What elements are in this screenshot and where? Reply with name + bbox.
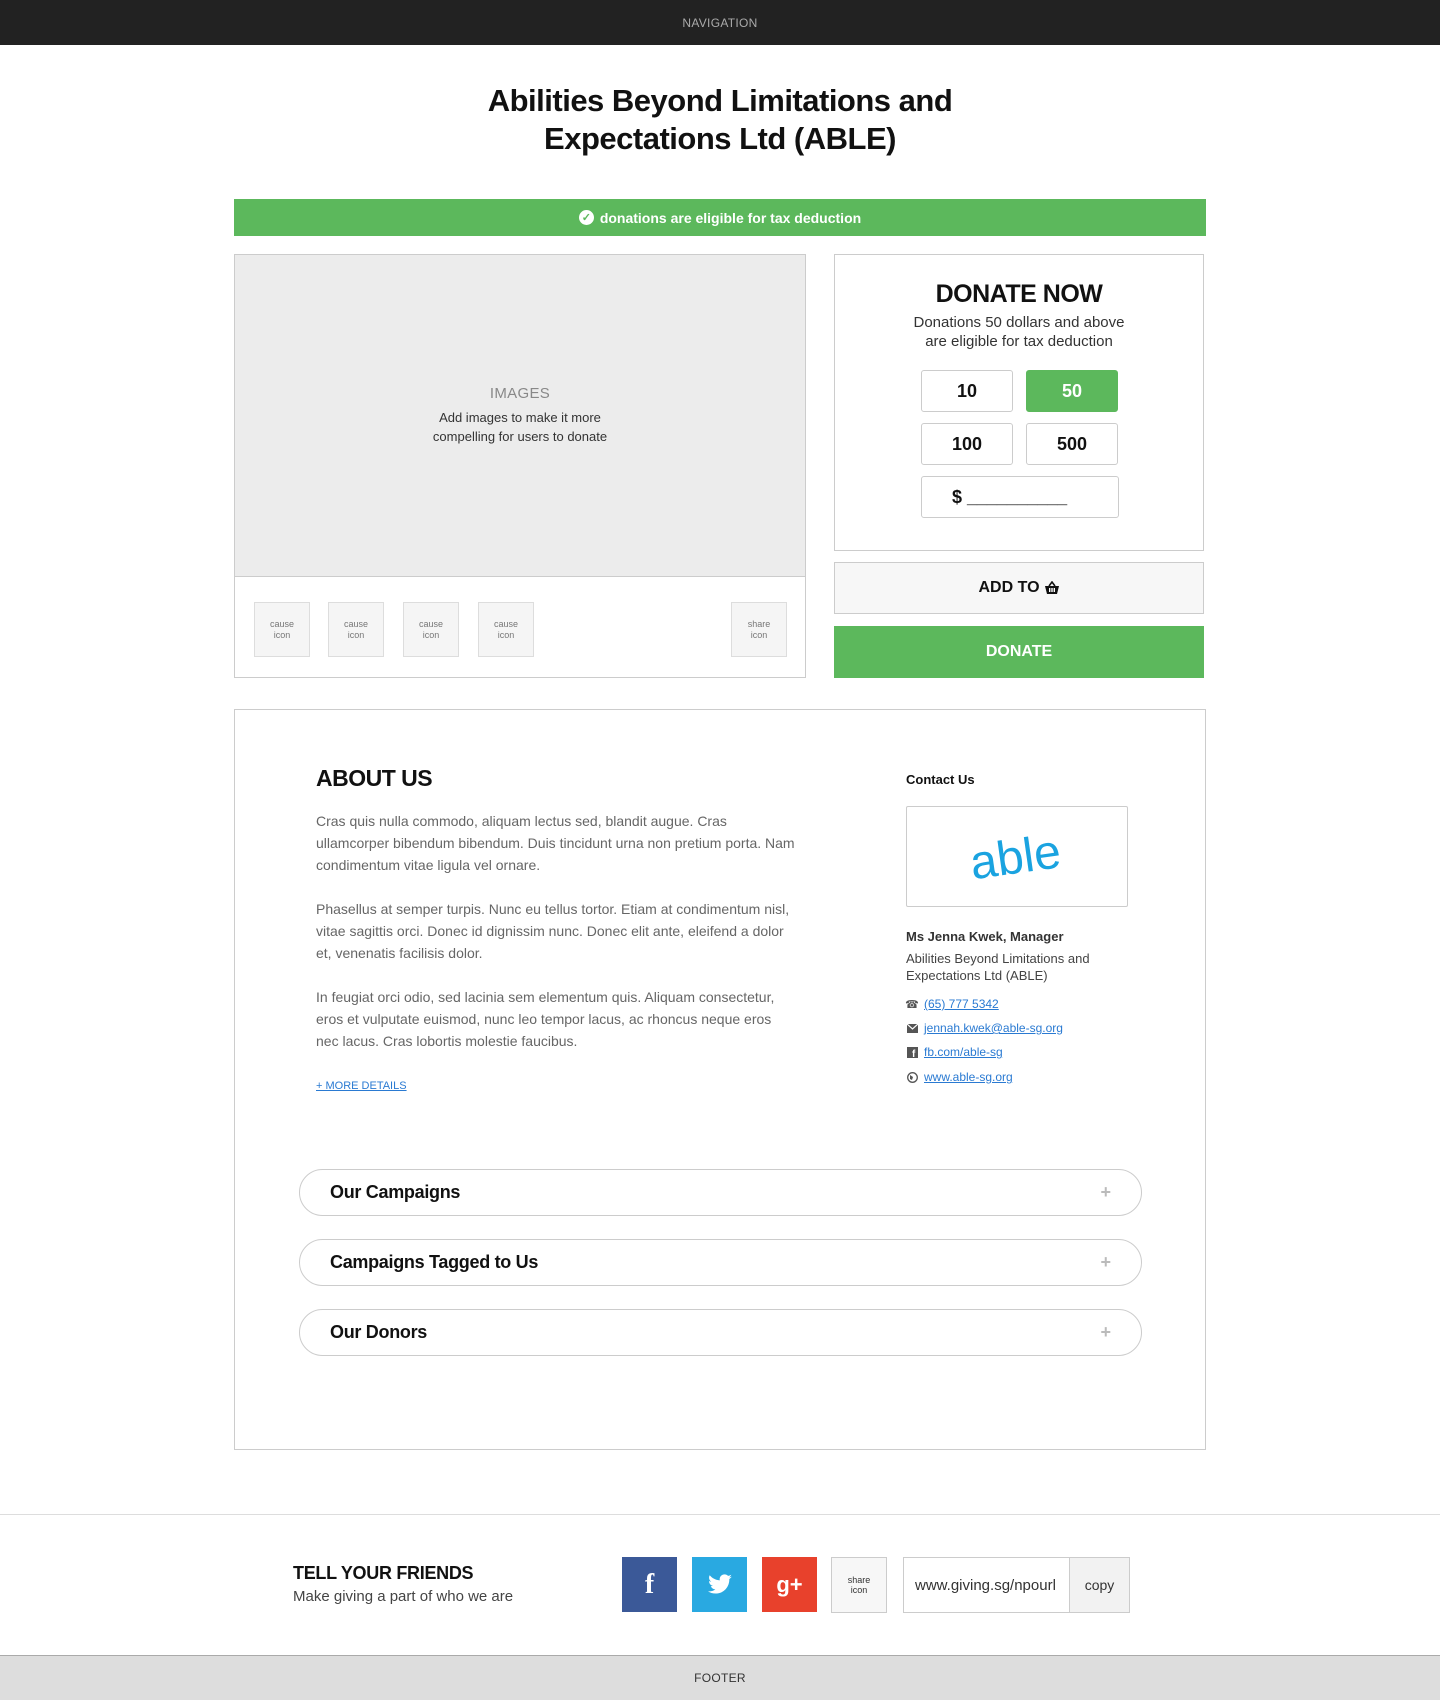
images-subtitle-line1: Add images to make it more [439,410,601,425]
copy-url-button[interactable]: copy [1069,1557,1130,1613]
able-logo-icon: able [967,827,1064,887]
about-section: ABOUT US Cras quis nulla commodo, aliqua… [234,709,1206,1450]
contact-org-line1: Abilities Beyond Limitations and [906,951,1090,966]
logo-text: able [967,827,1064,887]
contact-name: Ms Jenna Kwek, Manager [906,929,1064,944]
envelope-icon [906,1022,918,1034]
plus-icon[interactable]: + [1100,1322,1111,1343]
about-us-text: Cras quis nulla commodo, aliquam lectus … [316,810,796,1074]
donate-subtitle-line2: are eligible for tax deduction [925,333,1113,350]
page-title-line1: Abilities Beyond Limitations and [487,83,953,118]
about-paragraph: Phasellus at semper turpis. Nunc eu tell… [316,901,790,961]
share-icon-label: icon [850,1585,868,1595]
accordion-our-donors[interactable]: Our Donors + [299,1309,1142,1356]
donate-subtitle-line1: Donations 50 dollars and above [913,314,1125,331]
cause-icon-label: icon [347,629,365,640]
add-to-label: ADD TO [978,579,1040,596]
share-icon[interactable]: share icon [831,1557,887,1613]
footer-label: FOOTER [694,1671,746,1685]
google-plus-share-button[interactable]: g+ [762,1557,817,1612]
accordion-campaigns-tagged[interactable]: Campaigns Tagged to Us + [299,1239,1142,1286]
tell-your-friends-subtitle: Make giving a part of who we are [293,1588,514,1605]
page-title-line2: Expectations Ltd (ABLE) [544,121,896,156]
amount-option-500[interactable]: 500 [1026,423,1118,465]
images-subtitle: Add images to make it more compelling fo… [433,408,607,446]
check-circle-icon: ✓ [578,210,594,225]
globe-icon [906,1071,918,1083]
navigation-bar[interactable]: NAVIGATION [0,0,1440,45]
accordion-label: Our Campaigns [330,1182,461,1202]
cause-icon-label: icon [422,629,440,640]
website-link[interactable]: www.able-sg.org [924,1070,1013,1084]
custom-amount-input[interactable]: $ __________ [921,476,1119,518]
contact-phone: ☎ (65) 777 5342 [905,997,999,1011]
donate-button[interactable]: DONATE [834,626,1204,678]
contact-org-line2: Expectations Ltd (ABLE) [906,968,1048,983]
facebook-square-icon: f [906,1046,918,1058]
contact-us-title: Contact Us [906,772,975,787]
image-placeholder[interactable]: IMAGES Add images to make it more compel… [235,255,805,577]
section-divider [0,1514,1440,1515]
phone-link[interactable]: (65) 777 5342 [924,997,999,1011]
donate-now-panel: DONATE NOW Donations 50 dollars and abov… [834,254,1204,551]
contact-facebook: f fb.com/able-sg [906,1045,1003,1059]
tax-deduction-banner: ✓ donations are eligible for tax deducti… [234,199,1206,236]
more-details-link[interactable]: + MORE DETAILS [316,1080,407,1092]
amount-option-10[interactable]: 10 [921,370,1013,412]
contact-organization: Abilities Beyond Limitations and Expecta… [906,950,1126,984]
cause-icon-label: icon [497,629,515,640]
plus-icon[interactable]: + [1100,1252,1111,1273]
contact-email: jennah.kwek@able-sg.org [906,1021,1063,1035]
images-title: IMAGES [489,385,551,402]
contact-website: www.able-sg.org [906,1070,1013,1084]
add-to-basket-button[interactable]: ADD TO [834,562,1204,614]
accordion-label: Our Donors [330,1322,428,1342]
share-url-field[interactable]: www.giving.sg/npourl [903,1557,1069,1613]
navigation-label: NAVIGATION [682,15,758,30]
donate-now-subtitle: Donations 50 dollars and above are eligi… [835,313,1203,351]
cause-icon-label: cause [418,618,444,629]
images-subtitle-line2: compelling for users to donate [432,429,608,444]
cause-icon-label: cause [343,618,369,629]
accordion-our-campaigns[interactable]: Our Campaigns + [299,1169,1142,1216]
footer: FOOTER [0,1655,1440,1700]
about-us-title: ABOUT US [316,765,433,791]
page-title: Abilities Beyond Limitations and Expecta… [0,82,1440,158]
phone-icon: ☎ [905,998,919,1011]
tell-your-friends-title: TELL YOUR FRIENDS [293,1563,474,1583]
facebook-icon: f [644,1568,655,1600]
about-paragraph: Cras quis nulla commodo, aliquam lectus … [316,813,795,873]
cause-icon[interactable]: cause icon [328,602,384,657]
image-gallery: IMAGES Add images to make it more compel… [234,254,806,678]
share-icon-label: icon [750,629,768,640]
plus-icon[interactable]: + [1100,1182,1111,1203]
tax-banner-text: donations are eligible for tax deduction [599,209,862,226]
email-link[interactable]: jennah.kwek@able-sg.org [924,1021,1063,1035]
cause-icon[interactable]: cause icon [403,602,459,657]
donate-now-title: DONATE NOW [935,280,1103,308]
share-icon-label: share [847,1575,871,1585]
organization-logo: able [906,806,1128,907]
amount-option-50[interactable]: 50 [1026,370,1118,412]
cause-icon[interactable]: cause icon [478,602,534,657]
cause-icon-label: cause [269,618,295,629]
facebook-share-button[interactable]: f [622,1557,677,1612]
share-icon-label: share [747,618,771,629]
share-icon[interactable]: share icon [731,602,787,657]
cause-icon-label: cause [493,618,519,629]
facebook-link[interactable]: fb.com/able-sg [924,1045,1003,1059]
accordion-label: Campaigns Tagged to Us [330,1252,539,1272]
basket-icon [1044,581,1059,594]
donate-button-label: DONATE [985,643,1053,660]
google-plus-icon: g+ [776,1571,803,1597]
twitter-share-button[interactable] [692,1557,747,1612]
cause-icon[interactable]: cause icon [254,602,310,657]
cause-icon-label: icon [273,629,291,640]
amount-option-100[interactable]: 100 [921,423,1013,465]
about-paragraph: In feugiat orci odio, sed lacinia sem el… [316,989,775,1049]
twitter-icon [707,1573,732,1594]
